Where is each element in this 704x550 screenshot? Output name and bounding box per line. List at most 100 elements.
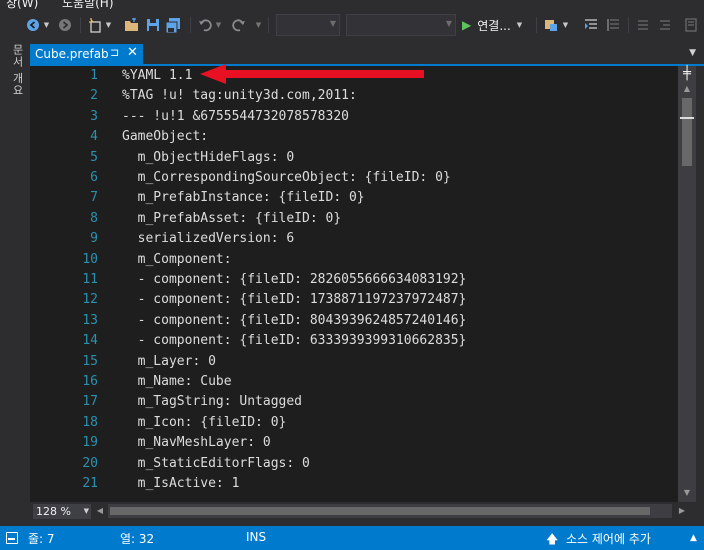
scroll-thumb[interactable] xyxy=(682,98,692,166)
code-text: m_Name: Cube xyxy=(122,374,232,389)
menu-item-window[interactable]: 창(W) xyxy=(6,0,38,10)
code-line[interactable]: 13 - component: {fileID: 804393962485724… xyxy=(54,311,678,331)
chevron-down-icon: ▼ xyxy=(83,507,89,515)
code-line[interactable]: 14 - component: {fileID: 633393939931066… xyxy=(54,331,678,351)
code-line[interactable]: 19 m_NavMeshLayer: 0 xyxy=(54,433,678,453)
configuration-dropdown[interactable]: ▼ xyxy=(276,14,340,36)
code-line[interactable]: 5 m_ObjectHideFlags: 0 xyxy=(54,148,678,168)
code-line[interactable]: 15 m_Layer: 0 xyxy=(54,352,678,372)
code-line[interactable]: 6 m_CorrespondingSourceObject: {fileID: … xyxy=(54,168,678,188)
line-number: 4 xyxy=(90,129,98,145)
chevron-up-icon[interactable]: ▲ xyxy=(690,533,697,543)
line-number: 20 xyxy=(82,455,98,471)
line-number: 8 xyxy=(90,210,98,226)
code-text: - component: {fileID: 633393939931066283… xyxy=(122,333,467,349)
code-text: %TAG !u! tag:unity3d.com,2011: xyxy=(122,88,357,104)
code-line[interactable]: 1 %YAML 1.1 xyxy=(54,66,678,86)
back-icon[interactable] xyxy=(24,15,42,35)
tab-label: Cube.prefab xyxy=(35,47,109,61)
new-project-dropdown-icon[interactable]: ▼ xyxy=(104,15,112,35)
add-to-source-control[interactable]: 소스 제어에 추가 xyxy=(566,530,651,547)
code-text: - component: {fileID: 173887119723797248… xyxy=(122,292,467,308)
scroll-right-icon[interactable]: ▶ xyxy=(676,504,688,518)
menu-item-help[interactable]: 도움말(H) xyxy=(62,0,114,10)
line-number: 21 xyxy=(82,476,98,491)
code-line[interactable]: 7 m_PrefabInstance: {fileID: 0} xyxy=(54,188,678,208)
ready-icon xyxy=(6,532,18,544)
code-text: serializedVersion: 6 xyxy=(122,231,295,247)
horizontal-scroll-thumb[interactable] xyxy=(110,507,650,515)
find-in-files-icon[interactable] xyxy=(542,15,560,35)
code-editor[interactable]: 1 %YAML 1.1 2 %TAG !u! tag:unity3d.com,2011… xyxy=(30,66,678,502)
splitter-icon[interactable]: ╪ xyxy=(679,67,695,81)
left-tool-strip: 문서 개요 xyxy=(0,40,30,526)
undo-dropdown-icon[interactable]: ▼ xyxy=(214,15,222,35)
code-text: --- !u!1 &6755544732078578320 xyxy=(122,108,349,124)
code-line[interactable]: 8 m_PrefabAsset: {fileID: 0} xyxy=(54,209,678,229)
toolbar-separator xyxy=(80,17,81,33)
toolbar-separator xyxy=(190,17,191,33)
new-project-icon[interactable] xyxy=(86,15,104,35)
zoom-dropdown[interactable]: 128 % ▼ xyxy=(33,504,91,519)
pin-icon[interactable]: ⊐ xyxy=(110,46,119,59)
save-icon[interactable] xyxy=(144,15,162,35)
start-icon: ▶ xyxy=(462,18,472,32)
source-control-arrow-icon[interactable]: 🡅 xyxy=(546,530,558,550)
uncomment-icon[interactable] xyxy=(656,15,674,35)
comment-icon[interactable] xyxy=(634,15,652,35)
right-edge xyxy=(696,66,704,502)
platform-dropdown[interactable]: ▼ xyxy=(346,14,456,36)
forward-icon[interactable] xyxy=(56,15,74,35)
line-number: 15 xyxy=(82,353,98,369)
code-line[interactable]: 20 m_StaticEditorFlags: 0 xyxy=(54,454,678,474)
bookmark-icon[interactable] xyxy=(682,15,700,35)
status-insert-mode: INS xyxy=(246,530,267,544)
code-line[interactable]: 10 m_Component: xyxy=(54,250,678,270)
code-line[interactable]: 3 --- !u!1 &6755544732078578320 xyxy=(54,107,678,127)
scroll-down-icon[interactable]: ▼ xyxy=(678,486,696,500)
back-dropdown-icon[interactable]: ▼ xyxy=(42,15,50,35)
scroll-left-icon[interactable]: ◀ xyxy=(94,504,106,518)
open-folder-icon[interactable] xyxy=(122,15,140,35)
tab-overflow-dropdown-icon[interactable]: ▼ xyxy=(689,48,696,58)
line-number: 14 xyxy=(82,333,98,349)
attach-button[interactable]: ▶ 연결... ▼ xyxy=(462,15,532,35)
code-text: GameObject: xyxy=(122,129,209,145)
vertical-scrollbar[interactable]: ╪ ▲ ▼ xyxy=(678,66,696,502)
redo-icon[interactable] xyxy=(230,15,248,35)
redo-dropdown-icon[interactable]: ▼ xyxy=(254,15,262,35)
code-line[interactable]: 12 - component: {fileID: 173887119723797… xyxy=(54,290,678,310)
line-number: 2 xyxy=(90,88,98,104)
code-line[interactable]: 11 - component: {fileID: 282605566663408… xyxy=(54,270,678,290)
code-line[interactable]: 16 m_Name: Cube xyxy=(54,372,678,392)
code-text: m_CorrespondingSourceObject: {fileID: 0} xyxy=(122,170,451,185)
scroll-up-icon[interactable]: ▲ xyxy=(678,82,696,96)
editor-gutter xyxy=(30,66,54,502)
status-column: 열: 32 xyxy=(120,532,155,546)
code-line[interactable]: 17 m_TagString: Untagged xyxy=(54,392,678,412)
outdent-icon[interactable] xyxy=(604,15,622,35)
document-outline-tab[interactable]: 문서 개요 xyxy=(9,44,25,97)
code-text: m_PrefabInstance: {fileID: 0} xyxy=(122,190,365,206)
code-line[interactable]: 9 serializedVersion: 6 xyxy=(54,229,678,249)
tab-cube-prefab[interactable]: Cube.prefab ⊐ ✕ xyxy=(30,44,143,64)
close-icon[interactable]: ✕ xyxy=(127,45,138,60)
line-number: 10 xyxy=(82,251,98,267)
toolbar: ▼ ▼ ▼ ▼ ▼ ▼ ▶ 연결... ▼ ▼ xyxy=(0,10,704,40)
code-line[interactable]: 2 %TAG !u! tag:unity3d.com,2011: xyxy=(54,86,678,106)
code-text: m_NavMeshLayer: 0 xyxy=(122,435,271,451)
code-text: m_StaticEditorFlags: 0 xyxy=(122,455,310,471)
save-all-icon[interactable] xyxy=(164,15,182,35)
code-line[interactable]: 18 m_Icon: {fileID: 0} xyxy=(54,413,678,433)
code-text: %YAML 1.1 xyxy=(122,68,193,83)
code-line[interactable]: 4 GameObject: xyxy=(54,127,678,147)
undo-icon[interactable] xyxy=(196,15,214,35)
indent-icon[interactable] xyxy=(582,15,600,35)
code-text: m_ObjectHideFlags: 0 xyxy=(122,149,295,165)
find-dropdown-icon[interactable]: ▼ xyxy=(560,15,570,35)
line-number: 16 xyxy=(82,374,98,389)
code-text: m_PrefabAsset: {fileID: 0} xyxy=(122,210,342,226)
editor-bottom-bar: 128 % ▼ ◀ ▶ xyxy=(30,502,704,520)
code-text: m_Icon: {fileID: 0} xyxy=(122,414,287,430)
code-line[interactable]: 21 m_IsActive: 1 xyxy=(54,474,678,494)
